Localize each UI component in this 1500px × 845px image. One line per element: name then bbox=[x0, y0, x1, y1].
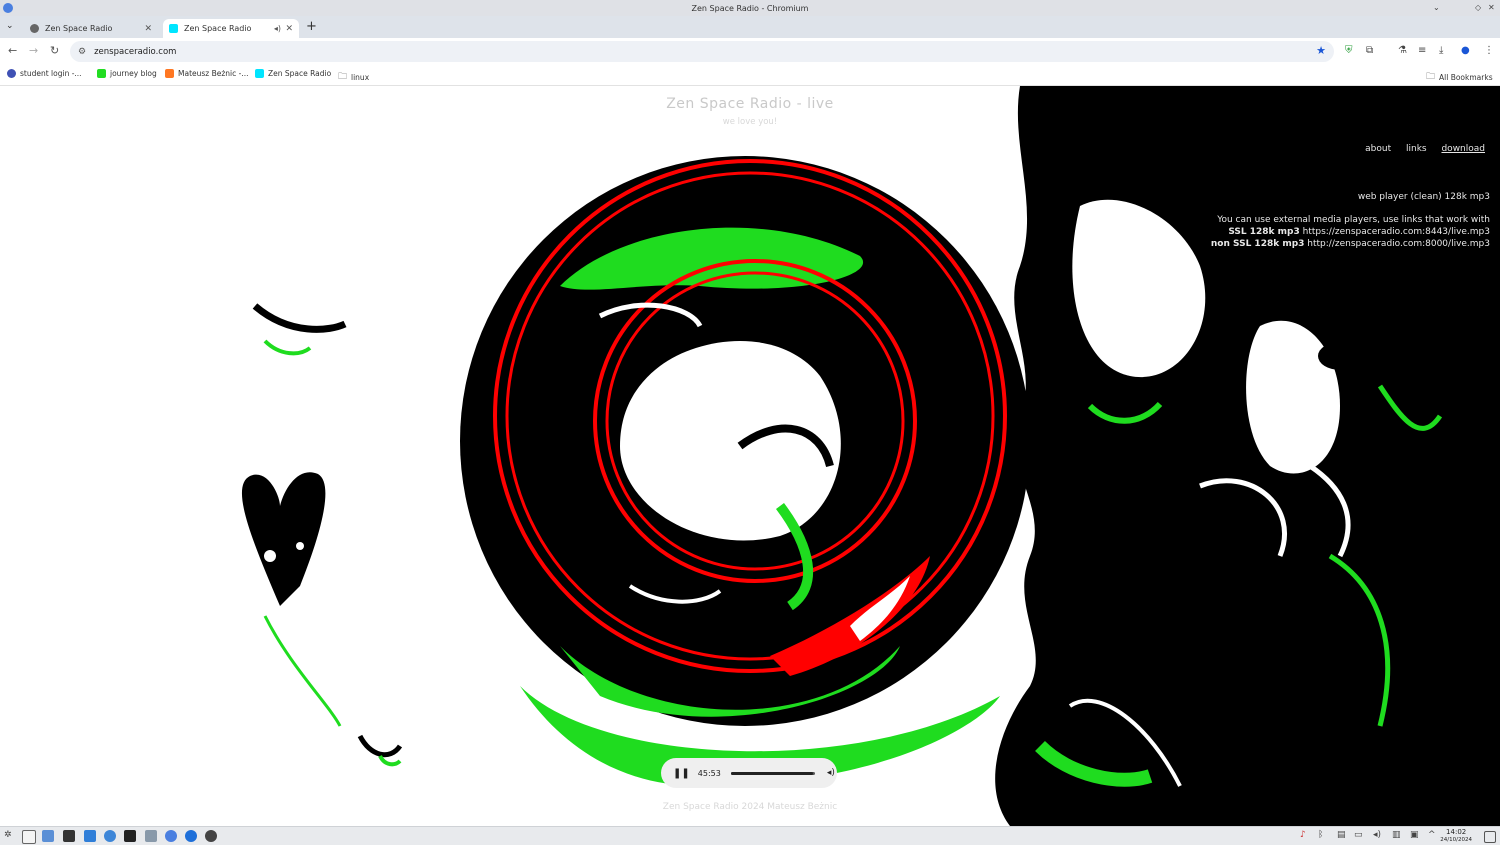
minimize-icon[interactable]: ⌄ bbox=[1433, 0, 1440, 16]
tab-search-icon[interactable]: ⌄ bbox=[6, 21, 14, 31]
clock-time: 14:02 bbox=[1446, 828, 1467, 836]
tab-zen-space-radio-1[interactable]: Zen Space Radio ✕ bbox=[24, 19, 158, 38]
tray-expand-icon[interactable]: ^ bbox=[1428, 830, 1436, 840]
bookmark-favicon bbox=[165, 69, 174, 78]
ssl-stream-line: SSL 128k mp3 https://zenspaceradio.com:8… bbox=[1228, 227, 1490, 237]
tab-label: Zen Space Radio bbox=[45, 24, 113, 33]
bookmark-star-icon[interactable]: ★ bbox=[1316, 44, 1326, 57]
seek-bar[interactable] bbox=[730, 771, 815, 775]
address-bar[interactable]: ⚙ zenspaceradio.com ★ bbox=[70, 41, 1334, 62]
web-page: Zen Space Radio - live we love you! abou… bbox=[0, 86, 1500, 826]
show-desktop-icon[interactable] bbox=[22, 830, 36, 844]
site-subtitle: we love you! bbox=[722, 117, 778, 127]
player-time: 45:53 bbox=[697, 768, 721, 778]
seek-bar-fill bbox=[730, 771, 814, 775]
clock-date: 24/10/2024 bbox=[1440, 837, 1472, 843]
reload-icon[interactable]: ↻ bbox=[50, 44, 59, 57]
os-taskbar: ✲ ♪ ᛒ ▤ ▭ ◂) ▥ ▣ ^ 14:02 24/10/2024 bbox=[0, 826, 1500, 845]
labs-flask-icon[interactable]: ⚗ bbox=[1398, 45, 1407, 56]
bookmark-folder-linux[interactable]: 🗀 linux bbox=[338, 69, 369, 85]
close-tab-icon[interactable]: ✕ bbox=[144, 24, 152, 34]
nav-about-link[interactable]: about bbox=[1365, 144, 1391, 154]
nav-download-link[interactable]: download bbox=[1441, 144, 1485, 154]
tab-strip: ⌄ Zen Space Radio ✕ Zen Space Radio ◂) ✕… bbox=[0, 16, 1500, 38]
console-icon[interactable] bbox=[124, 830, 136, 842]
download-icon[interactable]: ⤓ bbox=[1439, 45, 1443, 56]
bluetooth-icon[interactable]: ᛒ bbox=[1318, 830, 1323, 840]
terminal-icon[interactable] bbox=[63, 830, 75, 842]
browser-toolbar: ← → ↻ ⚙ zenspaceradio.com ★ ⛨ ⧉ ⚗ ≡ ⤓ ● … bbox=[0, 38, 1500, 65]
bookmarks-bar: student login -... journey blog Mateusz … bbox=[0, 65, 1500, 86]
shield-extension-icon[interactable]: ⛨ bbox=[1345, 45, 1353, 56]
visualizer-background bbox=[241, 86, 1500, 826]
menu-kebab-icon[interactable]: ⋮ bbox=[1484, 45, 1494, 56]
store-icon[interactable] bbox=[84, 830, 96, 842]
volume-icon[interactable]: ◂) bbox=[827, 768, 835, 778]
tab-favicon bbox=[169, 24, 178, 33]
all-bookmarks-label: All Bookmarks bbox=[1439, 72, 1493, 82]
bookmark-mateusz-beznic[interactable]: Mateusz Beżnic -... bbox=[165, 69, 249, 78]
screenshot-icon[interactable] bbox=[145, 830, 157, 842]
maximize-icon[interactable]: ◇ bbox=[1475, 0, 1481, 16]
back-icon[interactable]: ← bbox=[8, 44, 17, 57]
window-titlebar: Zen Space Radio - Chromium ⌄ ◇ ✕ bbox=[0, 0, 1500, 16]
external-players-note: You can use external media players, use … bbox=[1217, 215, 1490, 225]
battery-icon[interactable]: ▭ bbox=[1354, 830, 1363, 840]
close-tab-icon[interactable]: ✕ bbox=[285, 24, 293, 34]
ssl-stream-url[interactable]: https://zenspaceradio.com:8443/live.mp3 bbox=[1303, 227, 1490, 237]
obs-icon[interactable] bbox=[205, 830, 217, 842]
clipboard-icon[interactable]: ▤ bbox=[1337, 830, 1346, 840]
url-text[interactable]: zenspaceradio.com bbox=[94, 47, 176, 57]
nonssl-stream-url[interactable]: http://zenspaceradio.com:8000/live.mp3 bbox=[1307, 239, 1490, 249]
notifications-muted-icon[interactable]: ♪ bbox=[1300, 830, 1306, 840]
browser-icon[interactable] bbox=[104, 830, 116, 842]
tab-zen-space-radio-2[interactable]: Zen Space Radio ◂) ✕ bbox=[163, 19, 299, 38]
disk-icon[interactable]: ▥ bbox=[1392, 830, 1401, 840]
web-player-link[interactable]: web player (clean) 128k mp3 bbox=[1358, 192, 1490, 202]
volume-tray-icon[interactable]: ◂) bbox=[1373, 830, 1381, 840]
forward-icon[interactable]: → bbox=[29, 44, 38, 57]
chromium-icon[interactable] bbox=[165, 830, 177, 842]
bookmark-favicon bbox=[7, 69, 16, 78]
bookmark-favicon bbox=[255, 69, 264, 78]
nonssl-label: non SSL 128k mp3 bbox=[1210, 239, 1305, 249]
peek-desktop-icon[interactable] bbox=[1484, 831, 1496, 843]
ssl-label: SSL 128k mp3 bbox=[1228, 227, 1300, 237]
window-title: Zen Space Radio - Chromium bbox=[691, 3, 809, 13]
bookmark-label: linux bbox=[351, 72, 370, 82]
new-tab-button[interactable]: + bbox=[306, 19, 317, 34]
bookmark-zen-space-radio[interactable]: Zen Space Radio bbox=[255, 69, 331, 78]
speaker-icon[interactable]: ◂) bbox=[274, 24, 281, 33]
pause-button[interactable]: ❚❚ bbox=[673, 768, 690, 779]
media-queue-icon[interactable]: ≡ bbox=[1418, 45, 1426, 56]
bookmark-label: Zen Space Radio bbox=[268, 69, 332, 78]
taskbar-clock[interactable]: 14:02 24/10/2024 bbox=[1440, 828, 1472, 844]
extensions-icon[interactable]: ⧉ bbox=[1366, 45, 1373, 56]
close-window-icon[interactable]: ✕ bbox=[1488, 0, 1495, 16]
site-info-icon[interactable]: ⚙ bbox=[78, 47, 86, 57]
profile-avatar-icon[interactable]: ● bbox=[1461, 45, 1470, 56]
all-bookmarks[interactable]: 🗀 All Bookmarks bbox=[1426, 69, 1493, 85]
nonssl-stream-line: non SSL 128k mp3 http://zenspaceradio.co… bbox=[1211, 239, 1490, 249]
site-nav: about links download bbox=[1353, 144, 1485, 154]
tab-label: Zen Space Radio bbox=[184, 24, 252, 33]
firefox-icon[interactable] bbox=[185, 830, 197, 842]
audio-player: ❚❚ 45:53 ◂) bbox=[661, 758, 837, 788]
bookmark-label: Mateusz Beżnic -... bbox=[178, 69, 249, 78]
bookmark-label: student login -... bbox=[20, 69, 82, 78]
bookmark-label: journey blog bbox=[110, 69, 157, 78]
network-icon[interactable]: ▣ bbox=[1410, 830, 1419, 840]
bookmark-student-login[interactable]: student login -... bbox=[7, 69, 82, 78]
bookmark-journey-blog[interactable]: journey blog bbox=[97, 69, 157, 78]
globe-icon bbox=[30, 24, 39, 33]
site-title: Zen Space Radio - live bbox=[666, 96, 834, 112]
file-manager-icon[interactable] bbox=[42, 830, 54, 842]
app-launcher-icon[interactable]: ✲ bbox=[4, 830, 12, 840]
bookmark-favicon bbox=[97, 69, 106, 78]
site-footer: Zen Space Radio 2024 Mateusz Beżnic bbox=[662, 802, 838, 812]
folder-icon: 🗀 bbox=[1426, 72, 1436, 82]
folder-icon: 🗀 bbox=[338, 72, 348, 82]
nav-links-link[interactable]: links bbox=[1406, 144, 1427, 154]
chromium-app-icon bbox=[3, 3, 13, 13]
